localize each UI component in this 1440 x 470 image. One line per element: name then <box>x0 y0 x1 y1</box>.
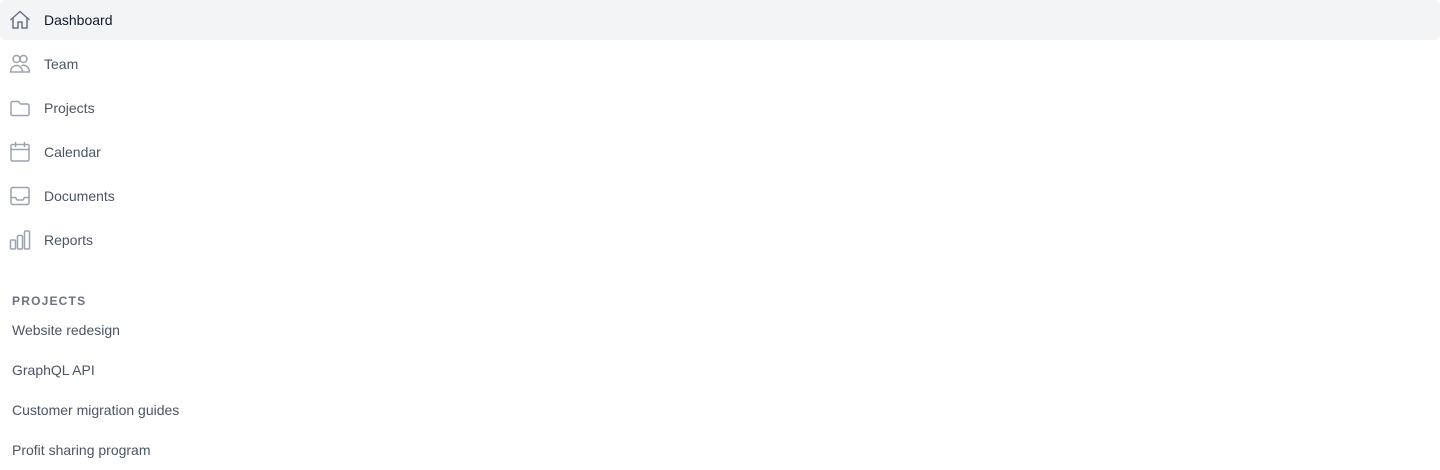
project-list: Website redesign GraphQL API Customer mi… <box>0 310 1440 470</box>
nav-item-reports[interactable]: Reports <box>0 220 1440 260</box>
nav-item-team[interactable]: Team <box>0 44 1440 84</box>
nav-item-projects[interactable]: Projects <box>0 88 1440 128</box>
nav-label: Reports <box>44 232 94 248</box>
nav-item-documents[interactable]: Documents <box>0 176 1440 216</box>
project-label: Customer migration guides <box>12 402 180 418</box>
project-label: Website redesign <box>12 322 120 338</box>
home-icon <box>8 8 32 32</box>
users-icon <box>8 52 32 76</box>
nav-item-dashboard[interactable]: Dashboard <box>0 0 1440 40</box>
nav-label: Team <box>44 56 79 72</box>
chart-bar-icon <box>8 228 32 252</box>
section-title: PROJECTS <box>12 294 87 308</box>
project-item-profit-sharing-program[interactable]: Profit sharing program <box>0 430 1440 470</box>
nav-label: Documents <box>44 188 115 204</box>
nav-label: Calendar <box>44 144 101 160</box>
project-item-customer-migration-guides[interactable]: Customer migration guides <box>0 390 1440 430</box>
nav-label: Projects <box>44 100 95 116</box>
calendar-icon <box>8 140 32 164</box>
project-label: Profit sharing program <box>12 442 151 458</box>
inbox-icon <box>8 184 32 208</box>
project-label: GraphQL API <box>12 362 95 378</box>
nav-item-calendar[interactable]: Calendar <box>0 132 1440 172</box>
project-item-website-redesign[interactable]: Website redesign <box>0 310 1440 350</box>
main-navigation: Dashboard Team Projects Calendar Documen… <box>0 0 1440 264</box>
folder-icon <box>8 96 32 120</box>
nav-label: Dashboard <box>44 12 113 28</box>
project-item-graphql-api[interactable]: GraphQL API <box>0 350 1440 390</box>
